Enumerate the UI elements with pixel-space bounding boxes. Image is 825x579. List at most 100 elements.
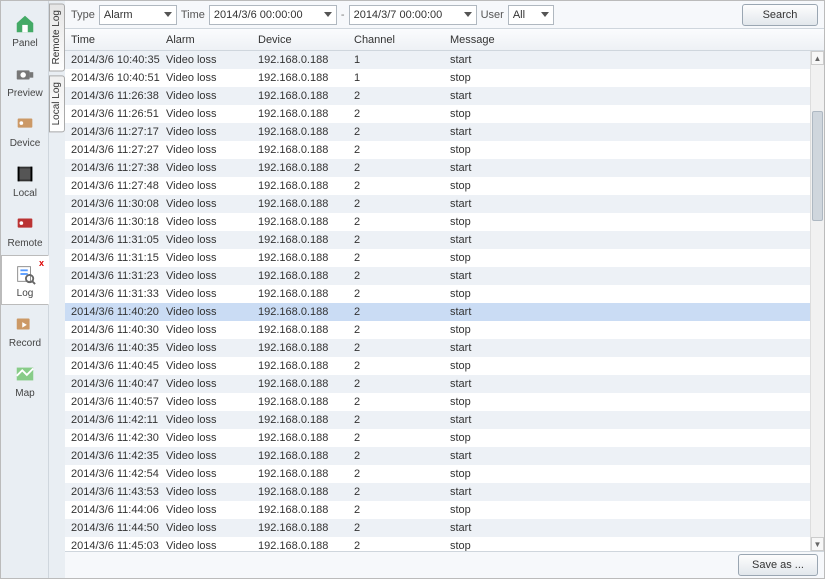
sidebar-item-panel[interactable]: Panel (1, 5, 49, 55)
sidebar: Panel PreviewDeviceLocalRemotexLogRecord M… (1, 1, 49, 578)
table-row[interactable]: 2014/3/6 11:42:54Video loss192.168.0.188… (65, 465, 810, 483)
cell-time: 2014/3/6 11:43:53 (65, 483, 160, 501)
table-row[interactable]: 2014/3/6 10:40:51Video loss192.168.0.188… (65, 69, 810, 87)
sidebar-item-preview[interactable]: Preview (1, 55, 49, 105)
table-row[interactable]: 2014/3/6 11:27:27Video loss192.168.0.188… (65, 141, 810, 159)
table-row[interactable]: 2014/3/6 11:40:45Video loss192.168.0.188… (65, 357, 810, 375)
table-row[interactable]: 2014/3/6 11:27:48Video loss192.168.0.188… (65, 177, 810, 195)
save-as-button[interactable]: Save as ... (738, 554, 818, 576)
cell-message: stop (444, 357, 810, 375)
cell-device: 192.168.0.188 (252, 375, 348, 393)
cell-alarm: Video loss (160, 285, 252, 303)
cell-device: 192.168.0.188 (252, 141, 348, 159)
table-row[interactable]: 2014/3/6 11:40:35Video loss192.168.0.188… (65, 339, 810, 357)
cell-message: stop (444, 105, 810, 123)
close-icon[interactable]: x (39, 258, 44, 268)
table-row[interactable]: 2014/3/6 11:26:51Video loss192.168.0.188… (65, 105, 810, 123)
cell-device: 192.168.0.188 (252, 519, 348, 537)
cell-device: 192.168.0.188 (252, 177, 348, 195)
table-row[interactable]: 2014/3/6 11:26:38Video loss192.168.0.188… (65, 87, 810, 105)
scroll-up-icon[interactable]: ▲ (811, 51, 824, 65)
table-row[interactable]: 2014/3/6 11:30:08Video loss192.168.0.188… (65, 195, 810, 213)
cell-device: 192.168.0.188 (252, 537, 348, 551)
table-row[interactable]: 2014/3/6 11:43:53Video loss192.168.0.188… (65, 483, 810, 501)
table-row[interactable]: 2014/3/6 11:42:30Video loss192.168.0.188… (65, 429, 810, 447)
col-channel[interactable]: Channel (348, 29, 444, 50)
user-combo[interactable]: All (508, 5, 554, 25)
cell-message: stop (444, 321, 810, 339)
cell-message: stop (444, 213, 810, 231)
sidebar-item-record[interactable]: Record (1, 305, 49, 355)
table-row[interactable]: 2014/3/6 11:31:33Video loss192.168.0.188… (65, 285, 810, 303)
cell-channel: 2 (348, 231, 444, 249)
cell-device: 192.168.0.188 (252, 285, 348, 303)
col-message[interactable]: Message (444, 29, 824, 50)
sidebar-item-local[interactable]: Local (1, 155, 49, 205)
sidebar-item-device[interactable]: Device (1, 105, 49, 155)
table-row[interactable]: 2014/3/6 11:31:23Video loss192.168.0.188… (65, 267, 810, 285)
vtab-remote-log[interactable]: Remote Log (49, 3, 65, 71)
scroll-thumb[interactable] (812, 111, 823, 221)
cell-alarm: Video loss (160, 465, 252, 483)
cell-device: 192.168.0.188 (252, 267, 348, 285)
table-row[interactable]: 2014/3/6 11:44:50Video loss192.168.0.188… (65, 519, 810, 537)
cell-channel: 2 (348, 177, 444, 195)
sidebar-item-label: Panel (12, 38, 38, 49)
time-to-value: 2014/3/7 00:00:00 (354, 9, 443, 21)
cell-alarm: Video loss (160, 231, 252, 249)
cell-channel: 2 (348, 267, 444, 285)
cell-alarm: Video loss (160, 51, 252, 69)
sidebar-item-log[interactable]: xLog (1, 255, 49, 305)
table-row[interactable]: 2014/3/6 11:31:15Video loss192.168.0.188… (65, 249, 810, 267)
table-row[interactable]: 2014/3/6 11:45:03Video loss192.168.0.188… (65, 537, 810, 551)
cell-alarm: Video loss (160, 411, 252, 429)
cell-device: 192.168.0.188 (252, 231, 348, 249)
time-to-input[interactable]: 2014/3/7 00:00:00 (349, 5, 477, 25)
table-row[interactable]: 2014/3/6 11:40:47Video loss192.168.0.188… (65, 375, 810, 393)
table-row[interactable]: 2014/3/6 11:40:30Video loss192.168.0.188… (65, 321, 810, 339)
cell-message: stop (444, 177, 810, 195)
col-alarm[interactable]: Alarm (160, 29, 252, 50)
col-time[interactable]: Time (65, 29, 160, 50)
search-button[interactable]: Search (742, 4, 818, 26)
table-row[interactable]: 2014/3/6 11:30:18Video loss192.168.0.188… (65, 213, 810, 231)
cell-message: start (444, 519, 810, 537)
scroll-down-icon[interactable]: ▼ (811, 537, 824, 551)
cell-channel: 2 (348, 519, 444, 537)
table-row[interactable]: 2014/3/6 11:42:11Video loss192.168.0.188… (65, 411, 810, 429)
col-device[interactable]: Device (252, 29, 348, 50)
chevron-down-icon (541, 12, 549, 17)
cell-channel: 2 (348, 321, 444, 339)
cell-device: 192.168.0.188 (252, 321, 348, 339)
cell-time: 2014/3/6 11:26:51 (65, 105, 160, 123)
sidebar-item-map[interactable]: Map (1, 355, 49, 405)
cell-device: 192.168.0.188 (252, 303, 348, 321)
type-label: Type (71, 9, 95, 21)
table-row[interactable]: 2014/3/6 10:40:35Video loss192.168.0.188… (65, 51, 810, 69)
cell-time: 2014/3/6 11:27:38 (65, 159, 160, 177)
table-row[interactable]: 2014/3/6 11:40:57Video loss192.168.0.188… (65, 393, 810, 411)
table-row[interactable]: 2014/3/6 11:31:05Video loss192.168.0.188… (65, 231, 810, 249)
cell-alarm: Video loss (160, 177, 252, 195)
cell-message: stop (444, 465, 810, 483)
table-row[interactable]: 2014/3/6 11:27:38Video loss192.168.0.188… (65, 159, 810, 177)
cell-device: 192.168.0.188 (252, 357, 348, 375)
sidebar-item-remote[interactable]: Remote (1, 205, 49, 255)
table-row[interactable]: 2014/3/6 11:27:17Video loss192.168.0.188… (65, 123, 810, 141)
cell-channel: 2 (348, 87, 444, 105)
table-body[interactable]: 2014/3/6 10:40:35Video loss192.168.0.188… (65, 51, 810, 551)
cell-message: start (444, 447, 810, 465)
type-combo[interactable]: Alarm (99, 5, 177, 25)
sidebar-item-label: Map (15, 388, 34, 399)
cell-channel: 2 (348, 303, 444, 321)
table-row[interactable]: 2014/3/6 11:42:35Video loss192.168.0.188… (65, 447, 810, 465)
vtab-local-log[interactable]: Local Log (49, 75, 65, 132)
cell-device: 192.168.0.188 (252, 465, 348, 483)
cell-device: 192.168.0.188 (252, 429, 348, 447)
cell-channel: 2 (348, 411, 444, 429)
vertical-scrollbar[interactable]: ▲ ▼ (810, 51, 824, 551)
time-from-input[interactable]: 2014/3/6 00:00:00 (209, 5, 337, 25)
table-row[interactable]: 2014/3/6 11:40:20Video loss192.168.0.188… (65, 303, 810, 321)
table-header: Time Alarm Device Channel Message (65, 29, 824, 51)
table-row[interactable]: 2014/3/6 11:44:06Video loss192.168.0.188… (65, 501, 810, 519)
